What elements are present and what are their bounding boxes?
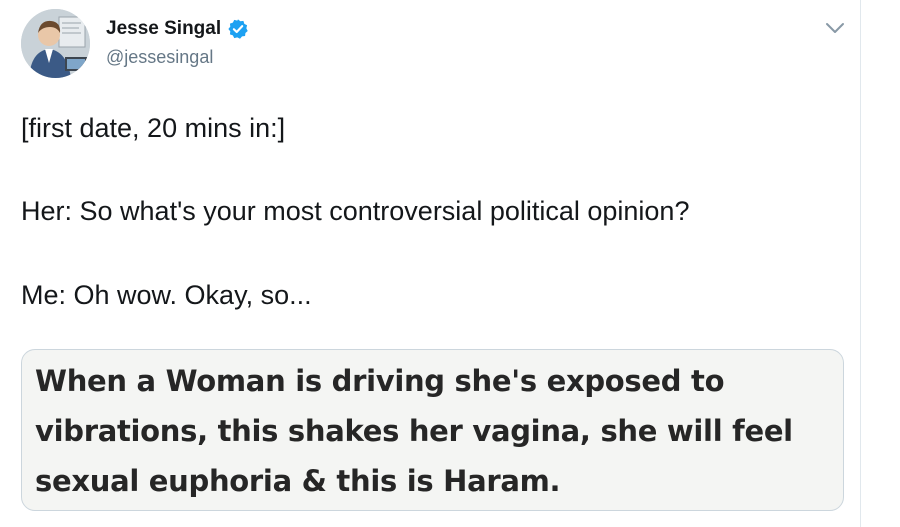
verified-badge-icon xyxy=(228,19,248,39)
media-text-line: vibrations, this shakes her vagina, she … xyxy=(35,414,793,448)
media-text-line: sexual euphoria & this is Haram. xyxy=(35,464,561,498)
tweet-text-line: [first date, 20 mins in:] xyxy=(21,113,286,143)
tweet-media-image[interactable]: When a Woman is driving she's exposed to… xyxy=(21,349,844,511)
tweet-text-line: Me: Oh wow. Okay, so... xyxy=(21,280,312,310)
author-handle[interactable]: @jessesingal xyxy=(106,47,213,68)
tweet-card: Jesse Singal @jessesingal [first date, 2… xyxy=(0,0,861,527)
display-name[interactable]: Jesse Singal xyxy=(106,18,221,40)
tweet-text-line: Her: So what's your most controversial p… xyxy=(21,196,690,226)
media-text-line: When a Woman is driving she's exposed to xyxy=(35,364,725,398)
avatar[interactable] xyxy=(21,9,90,78)
cartoon-portrait-avatar-icon xyxy=(21,9,90,78)
chevron-down-icon[interactable] xyxy=(822,18,848,38)
author-name-row[interactable]: Jesse Singal xyxy=(106,18,249,40)
